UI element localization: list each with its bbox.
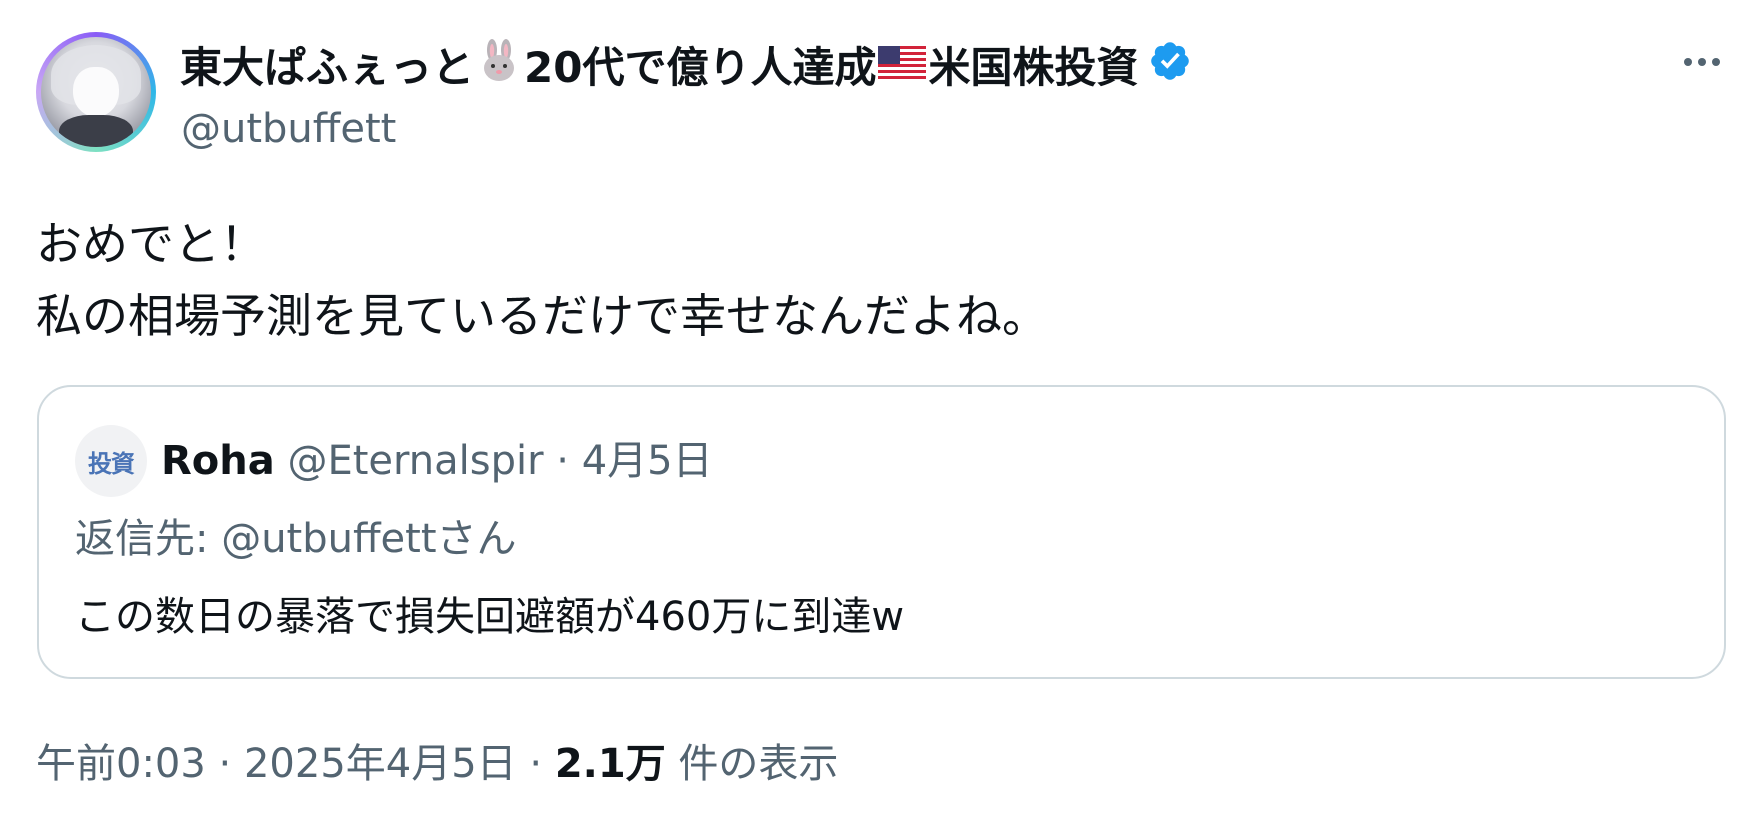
reply-to-handle[interactable]: @utbuffett xyxy=(221,516,436,562)
quoted-avatar-text: 投資 xyxy=(88,449,135,478)
reply-suffix: さん xyxy=(436,516,517,562)
tweet-text: おめでと！ 私の相場予測を見ているだけで幸せなんだよね。 xyxy=(36,208,1048,352)
quoted-tweet-header: Roha @Eternalspir · 4月5日 xyxy=(161,435,713,487)
more-dot xyxy=(1698,58,1706,66)
more-dot xyxy=(1712,58,1720,66)
tweet-time[interactable]: 午前0:03 xyxy=(36,741,206,787)
footer-separator: · xyxy=(516,741,555,787)
quoted-tweet-text: この数日の暴落で損失回避額が460万に到達w xyxy=(75,594,905,640)
author-handle[interactable]: @utbuffett xyxy=(181,104,396,154)
quoted-author-name[interactable]: Roha xyxy=(161,438,275,484)
reply-prefix: 返信先: xyxy=(75,516,222,562)
tweet-footer: 午前0:03 · 2025年4月5日 · 2.1万 件の表示 xyxy=(36,736,838,792)
avatar-face xyxy=(73,67,119,117)
tweet-text-line: 私の相場予測を見ているだけで幸せなんだよね。 xyxy=(36,289,1048,343)
verified-badge-icon[interactable] xyxy=(1148,39,1192,97)
display-name-part3: 米国株投資 xyxy=(928,43,1139,92)
quoted-author-avatar[interactable]: 投資 xyxy=(75,425,147,497)
tweet-date[interactable]: 2025年4月5日 xyxy=(244,741,517,787)
reply-to-line: 返信先: @utbuffettさん xyxy=(75,513,517,565)
footer-separator: · xyxy=(205,741,244,787)
more-options-icon[interactable] xyxy=(1672,40,1732,84)
author-display-name[interactable]: 東大ぱふぇっと 20代で億り人達成 米国株投資 xyxy=(180,38,1192,98)
rabbit-emoji-icon xyxy=(476,38,522,98)
tweet-text-line: おめでと！ xyxy=(36,217,266,271)
more-dot xyxy=(1684,58,1692,66)
views-label: 件の表示 xyxy=(665,741,839,787)
quoted-date[interactable]: 4月5日 xyxy=(582,438,713,484)
quoted-separator: · xyxy=(543,438,582,484)
us-flag-icon xyxy=(878,40,927,96)
avatar-body xyxy=(59,115,133,147)
views-count[interactable]: 2.1万 xyxy=(555,741,666,787)
author-avatar[interactable] xyxy=(36,32,156,152)
display-name-part2: 20代で億り人達成 xyxy=(524,43,877,92)
quoted-author-handle[interactable]: @Eternalspir xyxy=(287,438,543,484)
avatar-image xyxy=(41,37,151,147)
quoted-tweet[interactable]: 投資 Roha @Eternalspir · 4月5日 返信先: @utbuff… xyxy=(37,385,1726,679)
display-name-part1: 東大ぱふぇっと xyxy=(180,43,475,92)
